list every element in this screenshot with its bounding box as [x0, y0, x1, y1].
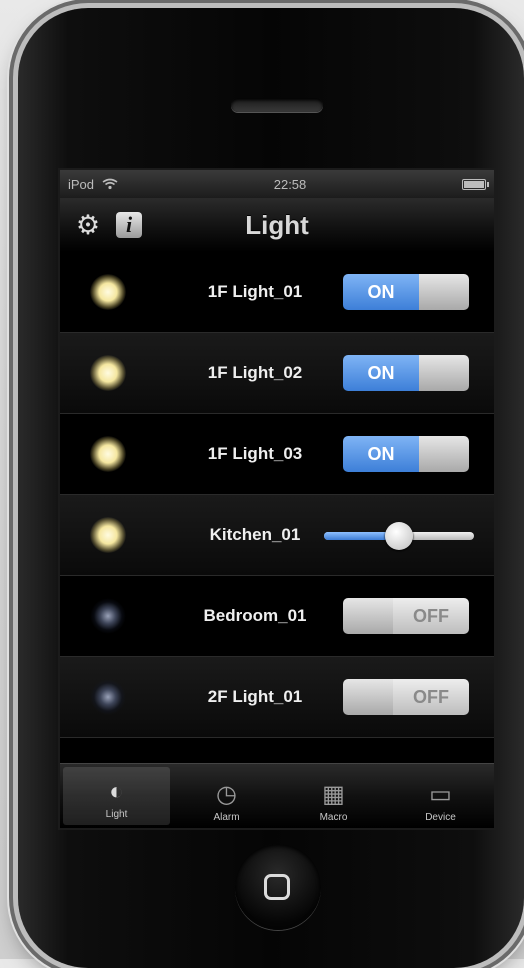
- toggle-label: ON: [343, 436, 419, 472]
- tab-bar: ◐ Light ◷ Alarm ▦ Macro ▭ Device: [60, 763, 494, 828]
- toggle-knob: [419, 274, 469, 310]
- light-row: 1F Light_02 ON: [60, 333, 494, 414]
- bulb-icon: [90, 436, 126, 472]
- home-square-icon: [264, 874, 290, 900]
- bulb-off-icon: [90, 598, 126, 634]
- power-toggle[interactable]: ON: [343, 274, 469, 310]
- dimmer-slider[interactable]: [324, 522, 474, 550]
- light-name: 1F Light_02: [207, 363, 303, 382]
- bulb-icon: [90, 517, 126, 553]
- bulb-icon: ◐: [109, 778, 124, 805]
- gear-icon[interactable]: ⚙: [74, 211, 102, 239]
- tab-label: Device: [425, 812, 456, 823]
- tab-light[interactable]: ◐ Light: [63, 767, 170, 825]
- navigation-bar: ⚙ i Light: [60, 198, 494, 253]
- clock-icon: ◷: [216, 781, 237, 808]
- light-row: Bedroom_01 OFF: [60, 576, 494, 657]
- slider-thumb[interactable]: [385, 522, 413, 550]
- light-row: Kitchen_01: [60, 495, 494, 576]
- light-row: 1F Light_01 ON: [60, 252, 494, 333]
- bulb-icon: [90, 274, 126, 310]
- bulb-off-icon: [90, 679, 126, 715]
- tab-label: Light: [105, 809, 128, 820]
- light-name: 2F Light_01: [207, 687, 303, 706]
- power-toggle[interactable]: OFF: [343, 679, 469, 715]
- battery-icon: [461, 178, 489, 190]
- light-row: 1F Light_03 ON: [60, 414, 494, 495]
- wifi-icon: [102, 178, 118, 190]
- tab-alarm[interactable]: ◷ Alarm: [173, 764, 280, 828]
- carrier-label: iPod: [68, 176, 95, 192]
- macro-icon: ▦: [322, 781, 345, 808]
- tab-label: Macro: [319, 812, 348, 823]
- clock-time: 22:58: [273, 176, 307, 192]
- monitor-icon: ▭: [429, 781, 452, 808]
- toggle-knob: [343, 679, 393, 715]
- phone-frame: iPod 22:58 ⚙ i Light 1F Light_01 ON 1F L…: [18, 8, 524, 968]
- light-name: Kitchen_01: [209, 525, 301, 544]
- bulb-icon: [90, 355, 126, 391]
- home-button[interactable]: [235, 844, 321, 930]
- light-row: 2F Light_01 OFF: [60, 657, 494, 738]
- power-toggle[interactable]: ON: [343, 436, 469, 472]
- tab-device[interactable]: ▭ Device: [387, 764, 494, 828]
- tab-macro[interactable]: ▦ Macro: [280, 764, 387, 828]
- power-toggle[interactable]: ON: [343, 355, 469, 391]
- toggle-label: ON: [343, 274, 419, 310]
- light-list: 1F Light_01 ON 1F Light_02 ON 1F Light_0…: [60, 252, 494, 762]
- toggle-knob: [419, 436, 469, 472]
- light-name: 1F Light_03: [207, 444, 303, 463]
- power-toggle[interactable]: OFF: [343, 598, 469, 634]
- light-name: Bedroom_01: [203, 606, 307, 625]
- toggle-label: ON: [343, 355, 419, 391]
- status-bar: iPod 22:58: [60, 170, 494, 198]
- light-name: 1F Light_01: [207, 282, 303, 301]
- toggle-knob: [419, 355, 469, 391]
- toggle-label: OFF: [393, 679, 469, 715]
- earpiece-speaker: [231, 98, 323, 112]
- info-button[interactable]: i: [116, 212, 142, 238]
- toggle-knob: [343, 598, 393, 634]
- tab-label: Alarm: [213, 812, 240, 823]
- screen: iPod 22:58 ⚙ i Light 1F Light_01 ON 1F L…: [58, 168, 496, 830]
- toggle-label: OFF: [393, 598, 469, 634]
